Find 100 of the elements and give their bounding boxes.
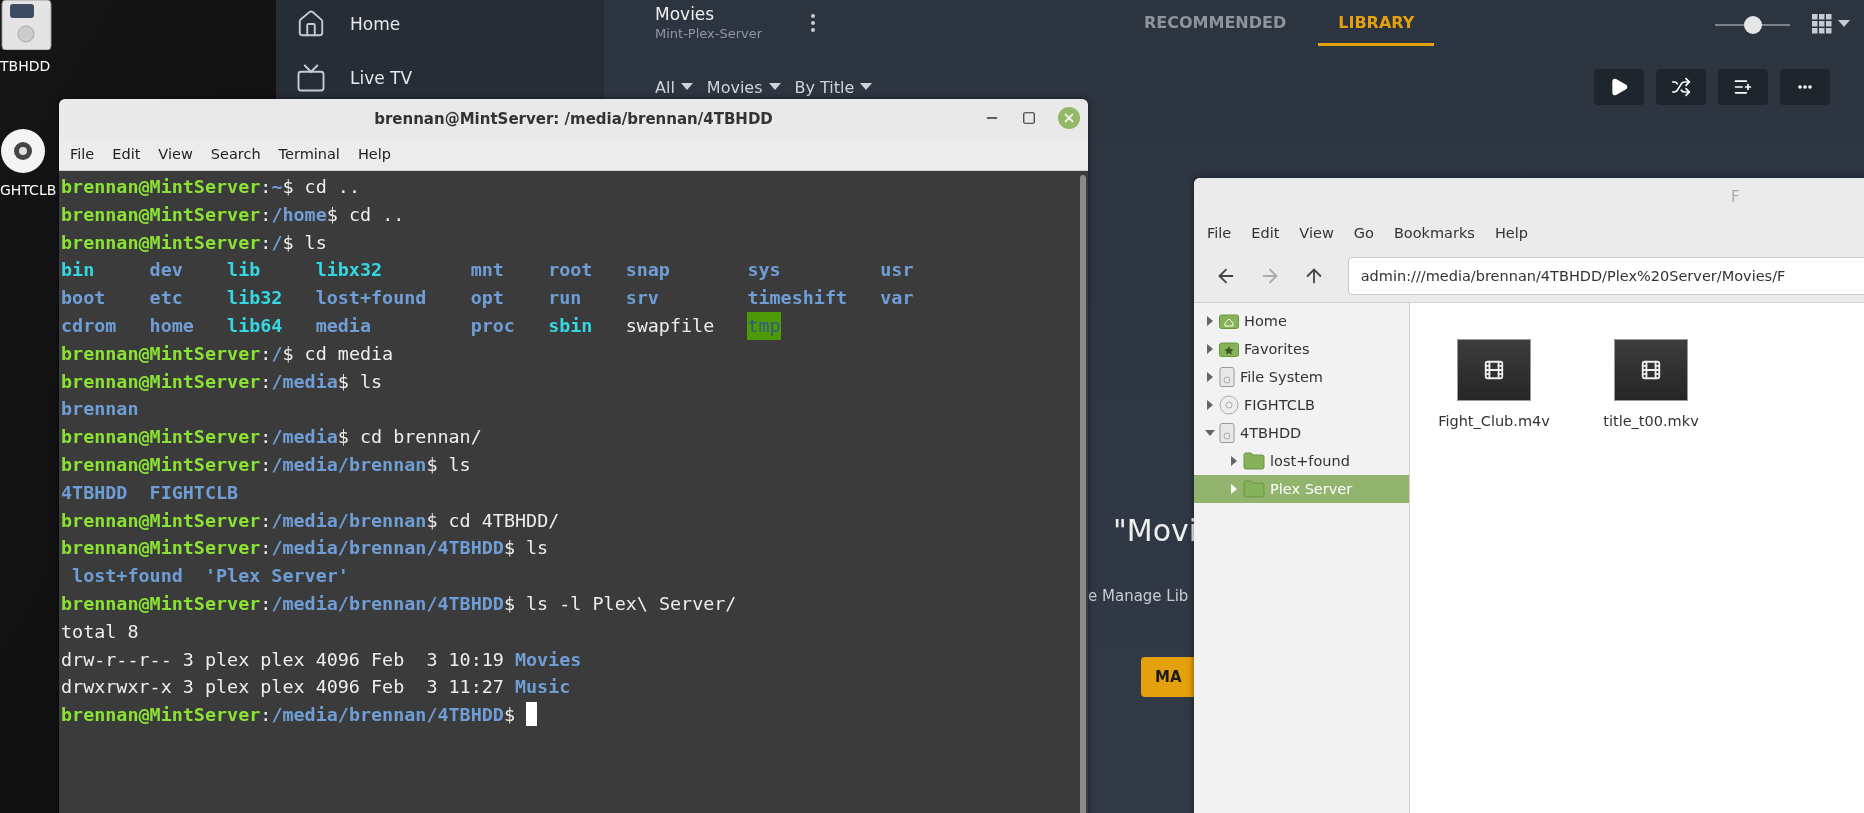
tree-item[interactable]: lost+found: [1194, 447, 1409, 475]
menu-item[interactable]: Help: [357, 146, 391, 162]
terminal-line: brennan: [61, 397, 140, 422]
film-icon: [1483, 359, 1505, 381]
file-entry: run: [548, 286, 582, 311]
desktop-icon-label: GHTCLB: [0, 182, 57, 198]
queue-button[interactable]: [1718, 69, 1768, 105]
tree-item[interactable]: File System: [1194, 363, 1409, 391]
scrollbar[interactable]: [1080, 175, 1086, 813]
window-title: F: [1731, 187, 1740, 206]
terminal-line: brennan@MintServer:/home$ cd ..: [61, 202, 406, 227]
sidebar-item[interactable]: Home: [276, 6, 604, 42]
manage-button[interactable]: MA: [1141, 657, 1194, 697]
menu-item[interactable]: Go: [1353, 224, 1374, 241]
library-title: Movies: [655, 3, 716, 25]
tree-item[interactable]: Home: [1194, 307, 1409, 335]
desktop-icon[interactable]: GHTCLB: [0, 128, 60, 198]
menu-item[interactable]: Edit: [1251, 224, 1280, 241]
shuffle-button[interactable]: [1656, 69, 1706, 105]
file-entry: lib64: [227, 314, 283, 338]
desktop-icon[interactable]: TBHDD: [0, 0, 60, 74]
folder-icon: [1243, 452, 1265, 470]
slider-thumb[interactable]: [1743, 16, 1762, 34]
menu-item[interactable]: Search: [210, 146, 261, 162]
view-toggle[interactable]: [1812, 14, 1850, 34]
terminal-line: drwxrwxr-x 3 plex plex 4096 Feb 3 11:27 Music: [61, 675, 572, 700]
tree-item-label: lost+found: [1270, 453, 1350, 469]
file-entry: var: [880, 286, 914, 311]
filter-dropdown[interactable]: Movies: [706, 77, 781, 97]
caret-icon: [860, 83, 873, 91]
file-entry: srv: [625, 286, 659, 311]
terminal-line: brennan@MintServer:/media$ cd brennan/: [61, 425, 483, 450]
menu-item[interactable]: View: [1299, 224, 1334, 241]
desktop-icon-label: TBHDD: [0, 58, 51, 74]
file-entry: libx32: [315, 258, 383, 283]
file-entry: opt: [470, 286, 504, 311]
tree-item[interactable]: 4TBHDD: [1194, 419, 1409, 447]
caret-icon: [768, 83, 781, 91]
empty-subtext: e Manage Lib: [1088, 587, 1189, 605]
more-icon: [1798, 85, 1812, 89]
tree-item-label: Favorites: [1244, 341, 1310, 357]
tree-item[interactable]: Favorites: [1194, 335, 1409, 363]
terminal-line: brennan@MintServer:/media/brennan/4TBHDD$ ls: [61, 536, 550, 561]
menu-item[interactable]: File: [1207, 224, 1232, 241]
file-name[interactable]: title_t00.mkv: [1603, 413, 1699, 429]
file-entry: mnt: [470, 258, 504, 283]
caret-icon: [680, 83, 693, 91]
file-entry: lib: [227, 258, 261, 283]
address-field[interactable]: admin:///media/brennan/4TBHDD/Plex%20Server/Movies/F: [1347, 257, 1864, 295]
terminal-line: brennan@MintServer:/media/brennan/4TBHDD$: [61, 701, 1078, 729]
file-entry: lost+found: [315, 286, 427, 311]
drive-icon: [1219, 423, 1235, 443]
star-folder-icon: [1219, 341, 1239, 357]
terminal-line: brennan@MintServer:/$ ls: [61, 230, 328, 255]
menu-item[interactable]: File: [70, 146, 95, 162]
window-title: brennan@MintServer: /media/brennan/4TBHDD: [374, 109, 773, 128]
file-entry: sys: [747, 258, 781, 283]
file-entry: home: [149, 314, 194, 338]
menu-item[interactable]: Terminal: [278, 146, 340, 162]
tree-item-label: Home: [1244, 313, 1287, 329]
terminal-line: 4TBHDD FIGHTCLB: [61, 480, 240, 505]
file-entry: proc: [470, 314, 515, 338]
filter-dropdown[interactable]: By Title: [794, 77, 873, 97]
home-icon: [296, 9, 326, 39]
menu-item[interactable]: Help: [1494, 224, 1528, 241]
terminal-line: brennan@MintServer:~$ cd ..: [61, 175, 361, 199]
file-entry: lib32: [227, 286, 283, 311]
terminal-line: brennan@MintServer:/media$ ls: [61, 369, 384, 394]
home-folder-icon: [1219, 313, 1239, 329]
file-entry: timeshift: [747, 286, 848, 311]
tab[interactable]: RECOMMENDED: [1124, 0, 1307, 46]
disc-icon: [1219, 395, 1239, 415]
tree-item[interactable]: FIGHTCLB: [1194, 391, 1409, 419]
menu-item[interactable]: Edit: [112, 146, 141, 162]
play-button[interactable]: [1594, 69, 1644, 105]
file-name[interactable]: Fight_Club.m4v: [1438, 413, 1550, 429]
menu-item[interactable]: Bookmarks: [1393, 224, 1475, 241]
drive-icon: [0, 0, 53, 50]
tree-item-label: 4TBHDD: [1240, 425, 1302, 441]
maximize-icon[interactable]: [1022, 111, 1036, 125]
add-to-queue-icon: [1733, 77, 1753, 97]
folder-icon: [1243, 480, 1265, 498]
tab[interactable]: LIBRARY: [1318, 0, 1435, 46]
terminal-line: lost+found 'Plex Server': [71, 564, 350, 589]
filter-dropdown[interactable]: All: [655, 77, 693, 97]
file-entry: cdrom: [61, 314, 117, 338]
file-entry: usr: [880, 258, 914, 283]
sidebar-item[interactable]: Live TV: [276, 60, 604, 96]
menu-item[interactable]: View: [158, 146, 193, 162]
server-name: Mint-Plex-Server: [655, 25, 764, 43]
file-entry: dev: [149, 258, 183, 283]
file-entry: swapfile: [625, 314, 715, 338]
play-icon: [1609, 77, 1629, 97]
terminal-line: brennan@MintServer:/$ cd media: [61, 341, 395, 366]
shuffle-icon: [1671, 77, 1691, 97]
close-icon: [1062, 111, 1076, 125]
terminal-line: brennan@MintServer:/media/brennan$ cd 4TBHDD/: [61, 508, 561, 533]
drive-icon: [1219, 367, 1235, 387]
file-entry: tmp: [747, 312, 781, 340]
tree-item-label: Plex Server: [1270, 481, 1353, 497]
